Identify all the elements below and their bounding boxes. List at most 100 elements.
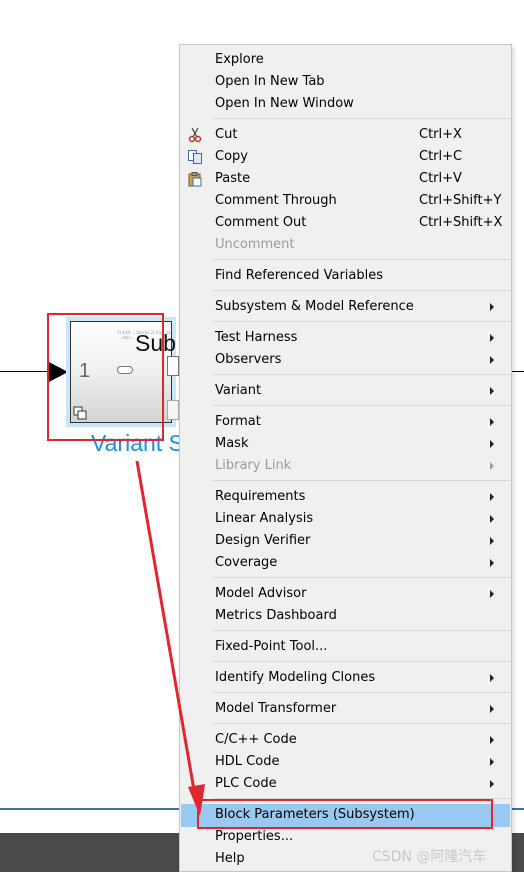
menu-separator — [213, 630, 510, 631]
menu-item-cut[interactable]: Cut Ctrl+X — [181, 124, 510, 146]
menu-item-shortcut: Ctrl+Shift+Y — [419, 193, 502, 208]
menu-item-label: Comment Through — [215, 193, 337, 208]
menu-item-explore[interactable]: Explore — [181, 49, 510, 71]
menu-item-label: Fixed-Point Tool... — [215, 639, 328, 654]
menu-item-plc-code[interactable]: PLC Code — [181, 773, 510, 795]
menu-separator — [213, 321, 510, 322]
submenu-arrow-icon — [490, 462, 494, 470]
menu-item-shortcut: Ctrl+Shift+X — [419, 215, 503, 230]
menu-item-open-in-new-window[interactable]: Open In New Window — [181, 93, 510, 115]
menu-item-metrics-dashboard[interactable]: Metrics Dashboard — [181, 605, 510, 627]
submenu-arrow-icon — [490, 356, 494, 364]
menu-separator — [213, 692, 510, 693]
scissors-icon — [187, 127, 203, 143]
output-signal-line[interactable] — [511, 371, 524, 372]
menu-separator — [213, 405, 510, 406]
menu-item-label: Help — [215, 851, 245, 866]
menu-item-label: Copy — [215, 149, 248, 164]
submenu-arrow-icon — [490, 334, 494, 342]
menu-item-coverage[interactable]: Coverage — [181, 552, 510, 574]
menu-separator — [213, 577, 510, 578]
menu-separator — [213, 723, 510, 724]
menu-item-label: Observers — [215, 352, 282, 367]
submenu-arrow-icon — [490, 418, 494, 426]
menu-item-subsystem-model-reference[interactable]: Subsystem & Model Reference — [181, 296, 510, 318]
menu-item-label: Subsystem & Model Reference — [215, 299, 414, 314]
menu-separator — [213, 374, 510, 375]
menu-item-paste[interactable]: Paste Ctrl+V — [181, 168, 510, 190]
menu-item-label: Coverage — [215, 555, 278, 570]
menu-item-label: HDL Code — [215, 754, 280, 769]
submenu-arrow-icon — [490, 674, 494, 682]
menu-item-label: Model Advisor — [215, 586, 307, 601]
submenu-arrow-icon — [490, 705, 494, 713]
submenu-arrow-icon — [490, 590, 494, 598]
menu-item-label: C/C++ Code — [215, 732, 297, 747]
submenu-arrow-icon — [490, 303, 494, 311]
submenu-arrow-icon — [490, 758, 494, 766]
menu-item-hdl-code[interactable]: HDL Code — [181, 751, 510, 773]
submenu-arrow-icon — [490, 559, 494, 567]
menu-item-test-harness[interactable]: Test Harness — [181, 327, 510, 349]
menu-item-label: Cut — [215, 127, 238, 142]
menu-item-shortcut: Ctrl+V — [419, 171, 462, 186]
menu-item-observers[interactable]: Observers — [181, 349, 510, 371]
menu-item-model-transformer[interactable]: Model Transformer — [181, 698, 510, 720]
submenu-arrow-icon — [490, 537, 494, 545]
menu-item-label: Explore — [215, 52, 264, 67]
context-menu: Explore Open In New Tab Open In New Window… — [179, 44, 512, 872]
menu-item-library-link: Library Link — [181, 455, 510, 477]
menu-item-identify-modeling-clones[interactable]: Identify Modeling Clones — [181, 667, 510, 689]
menu-item-label: Mask — [215, 436, 249, 451]
menu-item-label: Design Verifier — [215, 533, 311, 548]
menu-separator — [213, 661, 510, 662]
menu-item-label: Open In New Tab — [215, 74, 325, 89]
submenu-arrow-icon — [490, 387, 494, 395]
menu-item-copy[interactable]: Copy Ctrl+C — [181, 146, 510, 168]
copy-icon — [187, 149, 203, 165]
submenu-arrow-icon — [490, 515, 494, 523]
watermark: CSDN @阿隆汽车 — [372, 849, 487, 865]
submenu-arrow-icon — [490, 493, 494, 501]
menu-item-design-verifier[interactable]: Design Verifier — [181, 530, 510, 552]
menu-item-open-in-new-tab[interactable]: Open In New Tab — [181, 71, 510, 93]
menu-item-label: Linear Analysis — [215, 511, 314, 526]
menu-separator — [213, 290, 510, 291]
menu-item-linear-analysis[interactable]: Linear Analysis — [181, 508, 510, 530]
menu-item-label: Format — [215, 414, 261, 429]
menu-item-format[interactable]: Format — [181, 411, 510, 433]
menu-separator — [213, 480, 510, 481]
input-signal-line[interactable] — [0, 371, 50, 372]
menu-item-comment-through[interactable]: Comment Through Ctrl+Shift+Y — [181, 190, 510, 212]
menu-separator — [213, 118, 510, 119]
submenu-arrow-icon — [490, 440, 494, 448]
menu-item-highlight-box — [197, 799, 493, 829]
menu-item-label: Paste — [215, 171, 251, 186]
menu-item-variant[interactable]: Variant — [181, 380, 510, 402]
menu-item-label: Variant — [215, 383, 262, 398]
menu-item-shortcut: Ctrl+X — [419, 127, 462, 142]
menu-item-label: Library Link — [215, 458, 292, 473]
menu-item-fixed-point-tool[interactable]: Fixed-Point Tool... — [181, 636, 510, 658]
menu-item-c-c-code[interactable]: C/C++ Code — [181, 729, 510, 751]
menu-item-label: Metrics Dashboard — [215, 608, 337, 623]
menu-item-find-referenced-variables[interactable]: Find Referenced Variables — [181, 265, 510, 287]
menu-item-label: Model Transformer — [215, 701, 337, 716]
menu-item-label: Properties... — [215, 829, 294, 844]
menu-item-label: PLC Code — [215, 776, 277, 791]
menu-item-label: Requirements — [215, 489, 306, 504]
menu-item-label: Test Harness — [215, 330, 298, 345]
menu-item-properties[interactable]: Properties... — [181, 826, 510, 848]
menu-item-label: Open In New Window — [215, 96, 354, 111]
menu-item-label: Identify Modeling Clones — [215, 670, 376, 685]
submenu-arrow-icon — [490, 780, 494, 788]
menu-item-label: Comment Out — [215, 215, 307, 230]
menu-item-shortcut: Ctrl+C — [419, 149, 463, 164]
menu-item-model-advisor[interactable]: Model Advisor — [181, 583, 510, 605]
menu-item-mask[interactable]: Mask — [181, 433, 510, 455]
menu-separator — [213, 259, 510, 260]
menu-item-comment-out[interactable]: Comment Out Ctrl+Shift+X — [181, 212, 510, 234]
menu-item-requirements[interactable]: Requirements — [181, 486, 510, 508]
menu-item-label: Uncomment — [215, 237, 295, 252]
inner-block-icon — [167, 356, 179, 376]
